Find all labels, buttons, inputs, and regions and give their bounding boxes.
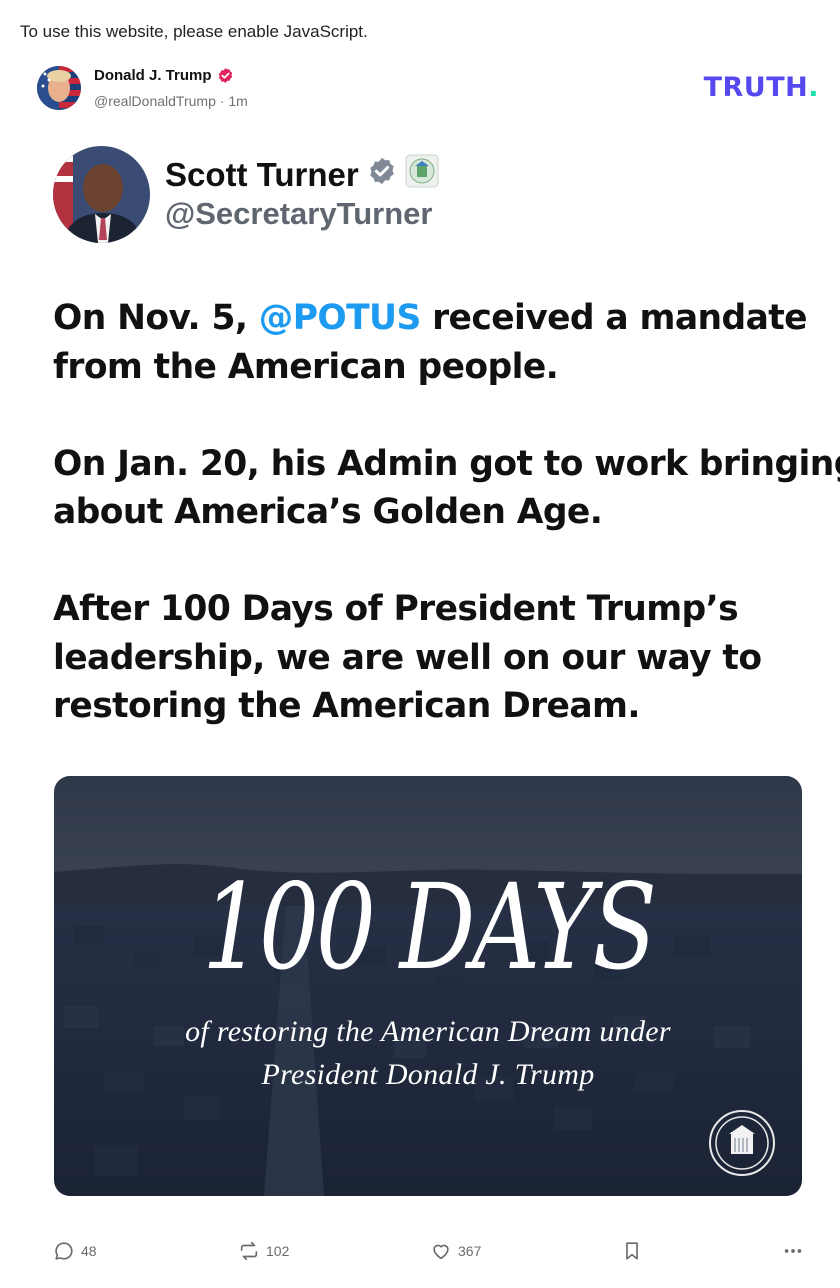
reply-count: 48: [81, 1243, 97, 1259]
media-card: 100 DAYS of restoring the American Dream…: [54, 776, 802, 1196]
repost-button[interactable]: 102: [238, 1240, 289, 1262]
post-actions: 48 102 367: [0, 1240, 840, 1276]
paragraph-3-line-1: After 100 Days of President Trump’s: [53, 589, 739, 629]
verified-badge-icon: [217, 67, 234, 84]
paragraph-3: After 100 Days of President Trump’s lead…: [53, 585, 813, 731]
embedded-author-handle: @SecretaryTurner: [165, 196, 433, 231]
embedded-author-name: Scott Turner: [165, 154, 439, 196]
more-options-button[interactable]: [782, 1240, 804, 1262]
repost-count: 102: [266, 1243, 290, 1259]
embedded-author-name-text: Scott Turner: [165, 156, 359, 193]
mention-link: @POTUS: [258, 298, 422, 338]
paragraph-3-line-2: leadership, we are well on our way to: [53, 637, 762, 678]
embedded-post-image[interactable]: Scott Turner @SecretaryTurner On Nov. 5,…: [0, 130, 840, 1215]
repost-icon: [240, 1241, 258, 1261]
media-subtitle-line-1: of restoring the American Dream under: [185, 1015, 671, 1048]
author-handle[interactable]: @realDonaldTrump: [94, 93, 216, 109]
media-title: 100 DAYS: [202, 858, 657, 996]
paragraph-2-line-1: On Jan. 20, his Admin got to work bringi…: [53, 443, 840, 484]
like-button[interactable]: 367: [430, 1240, 481, 1262]
gov-verified-icon: [367, 156, 397, 194]
paragraph-2-line-2: about America’s Golden Age.: [53, 492, 603, 532]
logo-dot: .: [808, 72, 819, 103]
embedded-author-avatar: [53, 146, 150, 243]
paragraph-2: On Jan. 20, his Admin got to work bringi…: [53, 440, 840, 537]
hud-affiliate-icon: [405, 154, 439, 196]
text-segment: received a mandate: [420, 298, 807, 338]
post-meta: @realDonaldTrump · 1m: [94, 93, 248, 109]
author-name[interactable]: Donald J. Trump: [94, 67, 234, 84]
bookmark-button[interactable]: [621, 1240, 643, 1262]
hud-seal-icon: [709, 1110, 775, 1176]
media-subtitle-line-2: President Donald J. Trump: [261, 1058, 595, 1091]
reply-button[interactable]: 48: [53, 1240, 97, 1262]
reply-icon: [55, 1242, 73, 1260]
logo-text: TRUTH: [703, 72, 809, 103]
media-subtitle: of restoring the American Dream under Pr…: [54, 1010, 802, 1096]
paragraph-1-line-1: On Nov. 5, @POTUS received a mandate: [53, 294, 813, 343]
embedded-post-text: On Nov. 5, @POTUS received a mandate fro…: [53, 294, 840, 779]
author-avatar[interactable]: [37, 66, 81, 110]
like-count: 367: [458, 1243, 482, 1259]
text-segment: On Nov. 5,: [53, 298, 259, 338]
paragraph-1: On Nov. 5, @POTUS received a mandate fro…: [53, 294, 813, 391]
author-name-text: Donald J. Trump: [94, 67, 212, 84]
post-time[interactable]: 1m: [228, 93, 247, 109]
truth-logo[interactable]: TRUTH.: [704, 72, 819, 103]
more-icon: [784, 1249, 802, 1253]
bookmark-icon: [626, 1242, 638, 1260]
noscript-message: To use this website, please enable JavaS…: [20, 22, 368, 41]
heart-icon: [433, 1244, 449, 1260]
paragraph-3-line-3: restoring the American Dream.: [53, 686, 640, 726]
paragraph-1-line-2: from the American people.: [53, 346, 559, 387]
